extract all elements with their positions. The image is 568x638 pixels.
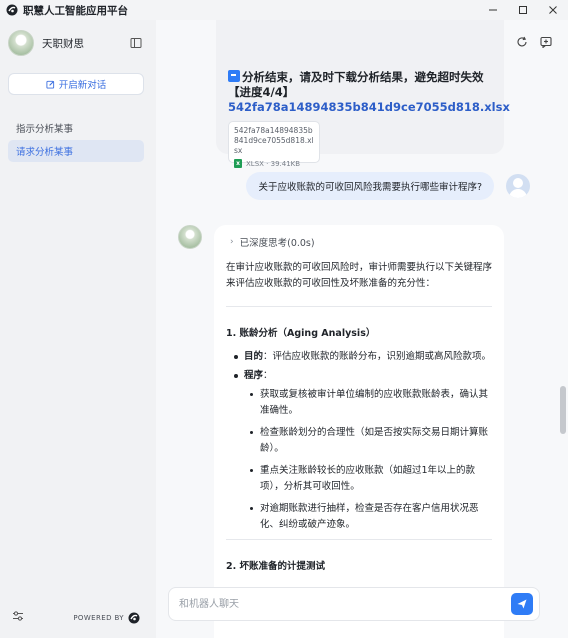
close-icon[interactable] (538, 0, 568, 20)
section-divider (226, 539, 492, 540)
section-title: 2. 坏账准备的计提测试 (226, 561, 326, 572)
answer-intro: 在审计应收账款的可收回风险时，审计师需要执行以下关键程序来评估应收账款的可收回性… (226, 262, 493, 289)
window-controls (478, 0, 568, 20)
brand: 天职财思 (8, 30, 84, 56)
file-attachment-card[interactable]: 542fa78a14894835b841d9ce7055d818.xlsx x … (228, 121, 320, 168)
procedure-step: 获取或复核被审计单位编制的应收账款账龄表，确认其准确性。 (250, 387, 492, 419)
file-size: 39.41KB (270, 159, 301, 168)
settings-sliders-icon[interactable] (12, 610, 24, 622)
chevron-right-icon: › (230, 237, 234, 247)
conversation-list: 指示分析某事 请求分析某事 (8, 117, 144, 163)
file-meta-sep: · (263, 159, 271, 168)
chat-toolbar (516, 36, 552, 48)
notice-text: 分析结束，请及时下载分析结果，避免超时失效【进度4/4】 (228, 70, 484, 99)
user-message-bubble: 关于应收账款的可收回风险我需要执行哪些审计程序? (246, 172, 494, 200)
bot-avatar (178, 225, 202, 249)
download-link[interactable]: 542fa78a14894835b841d9ce7055d818.xlsx (228, 100, 510, 114)
procedure-steps: 获取或复核被审计单位编制的应收账款账龄表，确认其准确性。 检查账龄划分的合理性（… (232, 387, 492, 533)
file-type: XLSX (246, 159, 264, 168)
file-meta: x XLSX · 39.41KB (234, 159, 314, 168)
procedure-step: 对逾期账款进行抽样，检查是否存在客户信用状况恶化、纠纷或破产迹象。 (250, 501, 492, 533)
goal-bullet: 目的：评估应收账款的账龄分布，识别逾期或高风险款项。 (232, 349, 492, 365)
user-message-text: 关于应收账款的可收回风险我需要执行哪些审计程序? (258, 182, 482, 193)
procedure-colon: ： (263, 370, 273, 381)
deep-thinking-toggle[interactable]: › 已深度思考(0.0s) (226, 235, 492, 249)
procedure-label: 程序 (244, 370, 264, 381)
refresh-icon[interactable] (516, 36, 528, 48)
title-bar: 职慧人工智能应用平台 (0, 0, 568, 20)
procedure-bullet: 程序： (232, 368, 492, 384)
new-chat-label: 开启新对话 (58, 80, 107, 91)
powered-by-logo-icon (128, 612, 140, 624)
excel-file-icon: x (234, 159, 242, 168)
new-chat-icon[interactable] (540, 36, 552, 48)
bot-message-card: › 已深度思考(0.0s) 在审计应收账款的可收回风险时，审计师需要执行以下关键… (214, 225, 504, 638)
chat-main: 分析结束，请及时下载分析结果，避免超时失效【进度4/4】542fa78a1489… (156, 20, 568, 638)
brand-name: 天职财思 (42, 37, 84, 50)
conversation-item[interactable]: 指示分析某事 (8, 117, 144, 139)
goal-label: 目的 (244, 351, 264, 362)
edit-icon (46, 80, 54, 89)
section-bullets: 目的：评估应收账款的账龄分布，识别逾期或高风险款项。 程序： 获取或复核被审计单… (226, 349, 492, 533)
conversation-item-active[interactable]: 请求分析某事 (8, 140, 144, 162)
chat-scroll-area[interactable]: 分析结束，请及时下载分析结果，避免超时失效【进度4/4】542fa78a1489… (156, 20, 556, 638)
sidebar-toggle-icon[interactable] (130, 37, 142, 49)
arrow-flag-icon (228, 70, 240, 82)
procedure-step: 检查账龄划分的合理性（如是否按实际交易日期计算账龄）。 (250, 425, 492, 457)
send-button[interactable] (511, 593, 533, 615)
powered-by-label: POWERED BY (73, 614, 124, 622)
chat-input-bar (168, 587, 540, 621)
section-title: 1. 账龄分析（Aging Analysis） (226, 328, 376, 339)
section-divider (226, 306, 492, 307)
download-notice: 分析结束，请及时下载分析结果，避免超时失效【进度4/4】542fa78a1489… (228, 70, 510, 115)
app-logo-icon (6, 4, 18, 16)
conversation-label: 请求分析某事 (16, 147, 74, 158)
app-title: 职慧人工智能应用平台 (23, 4, 128, 17)
new-chat-button[interactable]: 开启新对话 (8, 73, 144, 95)
think-label: 已深度思考(0.0s) (239, 238, 315, 249)
conversation-label: 指示分析某事 (16, 124, 74, 135)
user-avatar (506, 174, 530, 198)
brand-avatar (8, 30, 34, 56)
powered-by: POWERED BY (73, 612, 140, 624)
sidebar: 天职财思 开启新对话 指示分析某事 请求分析某事 POWERED BY (0, 20, 156, 638)
goal-text: ：评估应收账款的账龄分布，识别逾期或高风险款项。 (263, 351, 492, 362)
previous-bot-message: 分析结束，请及时下载分析结果，避免超时失效【进度4/4】542fa78a1489… (216, 20, 510, 168)
file-name: 542fa78a14894835b841d9ce7055d818.xlsx (234, 126, 314, 155)
minimize-icon[interactable] (478, 0, 508, 20)
chat-scrollbar-thumb[interactable] (560, 386, 566, 434)
send-icon (517, 599, 527, 609)
maximize-icon[interactable] (508, 0, 538, 20)
procedure-step: 重点关注账龄较长的应收账款（如超过1年以上的款项），分析其可收回性。 (250, 463, 492, 495)
chat-input[interactable] (169, 589, 511, 619)
